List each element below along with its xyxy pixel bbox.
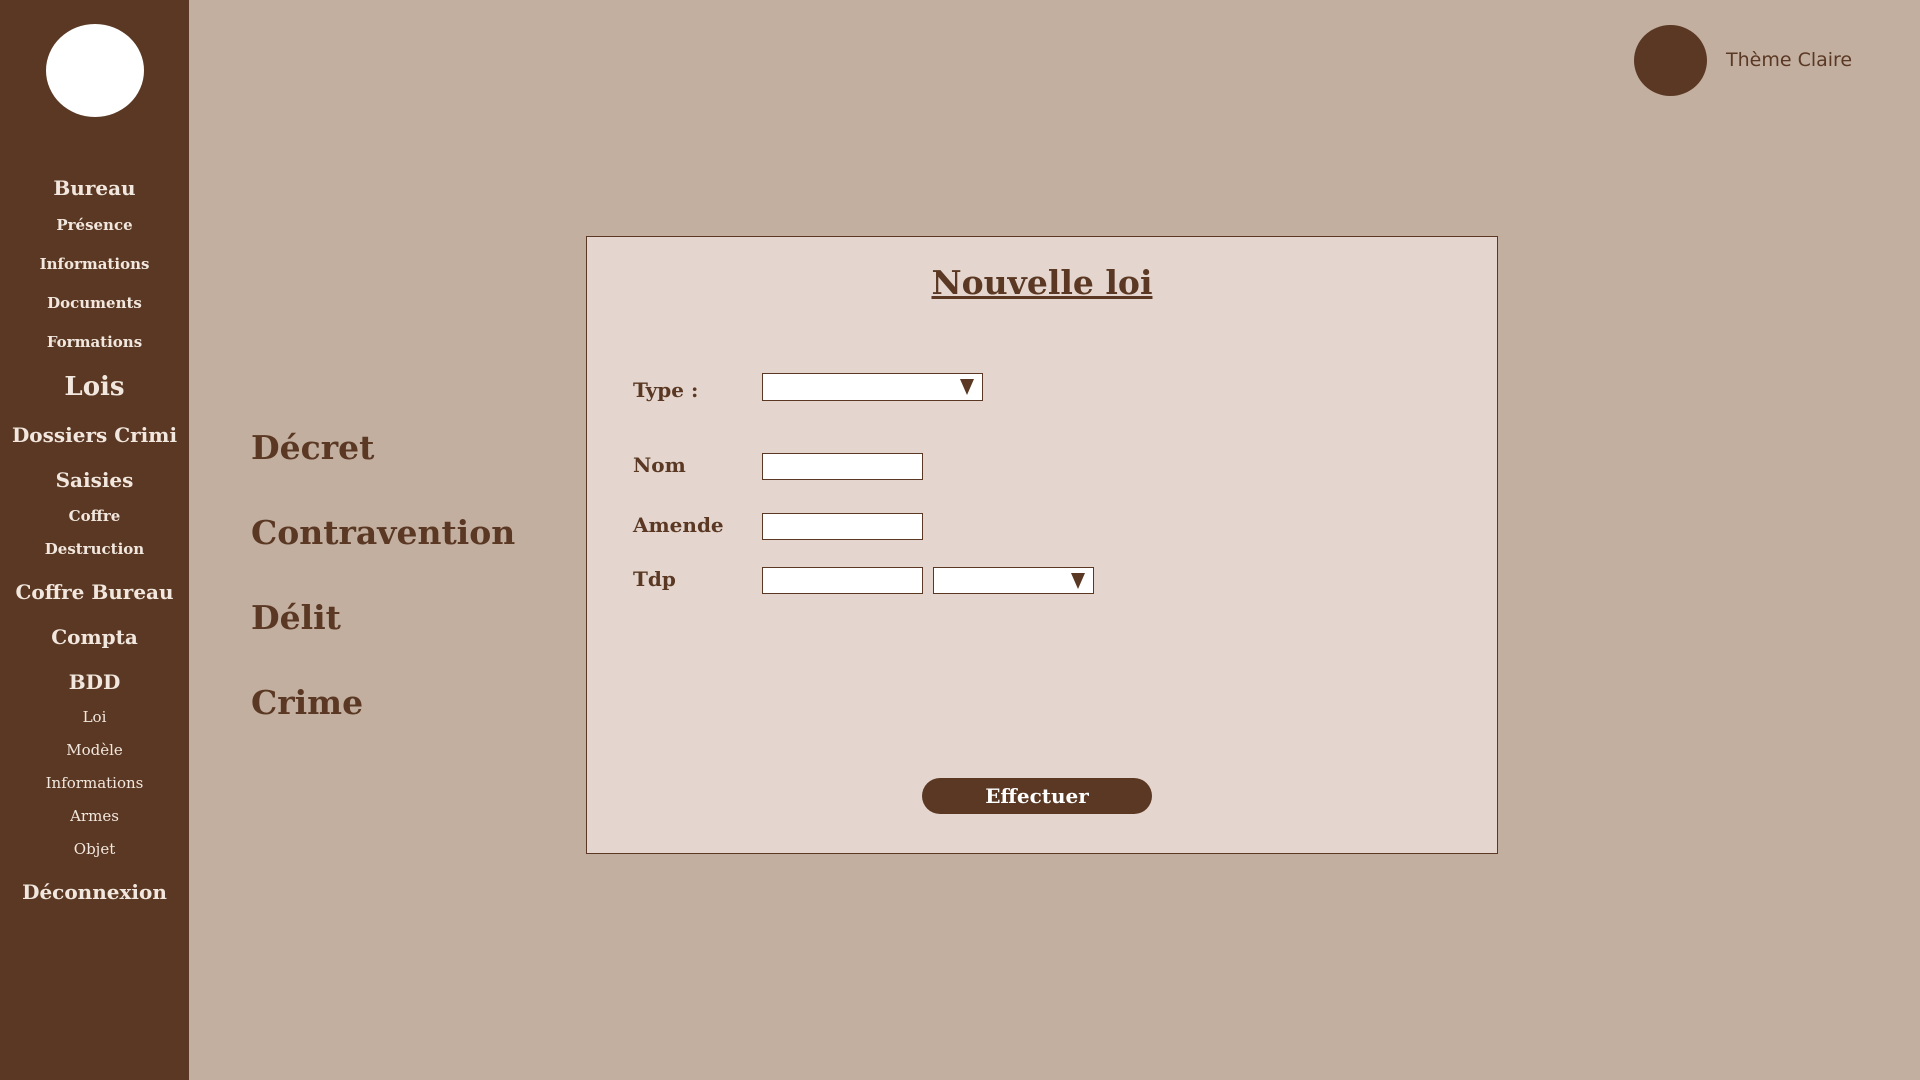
sidebar-item-formations[interactable]: Formations (0, 333, 189, 351)
type-select[interactable] (762, 373, 983, 401)
sidebar-item-coffre[interactable]: Coffre (0, 507, 189, 525)
amende-field[interactable] (762, 513, 923, 540)
sidebar-item-documents[interactable]: Documents (0, 294, 189, 312)
amende-label: Amende (633, 513, 724, 537)
sidebar-item-objet[interactable]: Objet (0, 840, 189, 858)
sidebar-item-modele[interactable]: Modèle (0, 741, 189, 759)
sidebar-item-armes[interactable]: Armes (0, 807, 189, 825)
sidebar-item-destruction[interactable]: Destruction (0, 540, 189, 558)
theme-toggle-icon[interactable] (1634, 25, 1707, 96)
sidebar-item-coffre-bureau[interactable]: Coffre Bureau (0, 580, 189, 604)
tdp-unit-select[interactable] (933, 567, 1094, 594)
type-label: Type : (633, 378, 699, 402)
sidebar-item-saisies[interactable]: Saisies (0, 468, 189, 492)
sidebar-item-bdd[interactable]: BDD (0, 670, 189, 694)
form-title: Nouvelle loi (931, 263, 1153, 302)
chevron-down-icon (1071, 572, 1085, 589)
tdp-field[interactable] (762, 567, 923, 594)
sidebar-item-lois[interactable]: Lois (0, 372, 189, 402)
nom-field[interactable] (762, 453, 923, 480)
tdp-label: Tdp (633, 567, 676, 591)
logo-icon (46, 24, 144, 117)
sidebar-item-deconnexion[interactable]: Déconnexion (0, 880, 189, 904)
sidebar-item-informations[interactable]: Informations (0, 255, 189, 273)
submit-button[interactable]: Effectuer (922, 778, 1152, 814)
sidebar: Bureau Présence Informations Documents F… (0, 0, 189, 1080)
new-law-form: Nouvelle loi Type : Nom Amende Tdp Effec… (586, 236, 1498, 854)
category-delit[interactable]: Délit (251, 598, 341, 637)
category-decret[interactable]: Décret (251, 428, 374, 467)
theme-label[interactable]: Thème Claire (1726, 49, 1852, 71)
sidebar-item-loi[interactable]: Loi (0, 708, 189, 726)
category-contravention[interactable]: Contravention (251, 513, 515, 552)
nom-label: Nom (633, 453, 686, 477)
sidebar-item-bureau[interactable]: Bureau (0, 176, 189, 200)
sidebar-item-compta[interactable]: Compta (0, 625, 189, 649)
sidebar-item-bdd-informations[interactable]: Informations (0, 774, 189, 792)
category-crime[interactable]: Crime (251, 683, 363, 722)
chevron-down-icon (960, 379, 974, 395)
sidebar-item-presence[interactable]: Présence (0, 216, 189, 234)
sidebar-item-dossiers-crimi[interactable]: Dossiers Crimi (0, 423, 189, 447)
